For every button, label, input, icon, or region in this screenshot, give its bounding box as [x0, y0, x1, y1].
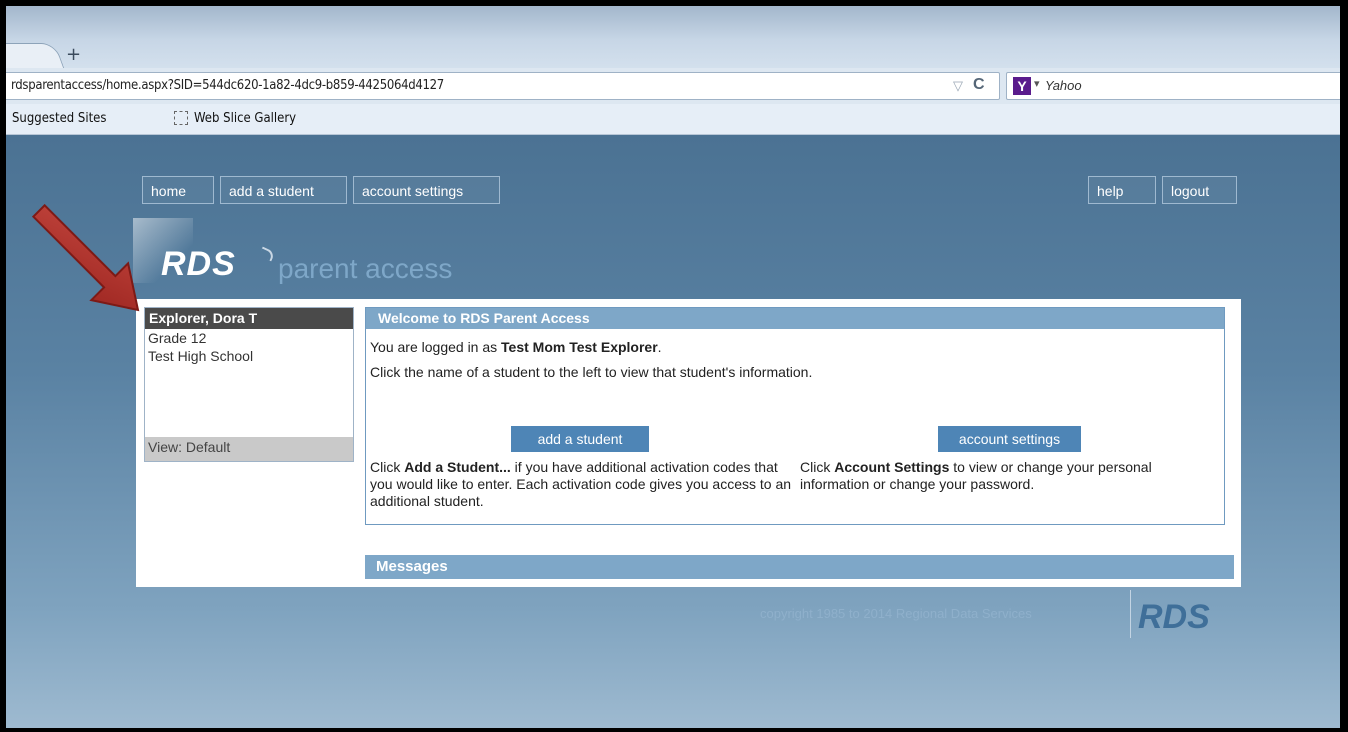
bookmark-suggested-sites[interactable]: Suggested Sites	[6, 111, 106, 126]
bookmarks-bar: Suggested Sites Web Slice Gallery	[6, 104, 1340, 135]
welcome-box: Welcome to RDS Parent Access You are log…	[365, 307, 1225, 525]
copyright-text: copyright 1985 to 2014 Regional Data Ser…	[760, 606, 1032, 621]
logo-tagline: parent access	[278, 253, 453, 284]
browser-tab[interactable]	[6, 43, 65, 70]
site-logo: RDS parent access	[161, 245, 452, 284]
messages-header: Messages	[365, 555, 1234, 579]
student-card[interactable]: Explorer, Dora T Grade 12 Test High Scho…	[144, 307, 354, 462]
reload-icon[interactable]: C	[973, 76, 985, 94]
nav-add-student-button[interactable]: add a student	[220, 176, 347, 204]
instruction-text: Click the name of a student to the left …	[370, 364, 813, 380]
search-placeholder[interactable]: Yahoo	[1045, 78, 1082, 93]
tab-bar: +	[6, 6, 1340, 70]
red-arrow-icon	[31, 203, 140, 312]
footer-logo: RDS	[1138, 598, 1210, 636]
nav-help-button[interactable]: help	[1088, 176, 1156, 204]
student-grade: Grade 12	[148, 330, 207, 346]
account-settings-button[interactable]: account settings	[938, 426, 1081, 452]
add-student-description: Click Add a Student... if you have addit…	[370, 459, 792, 509]
nav-account-settings-button[interactable]: account settings	[353, 176, 500, 204]
footer-divider	[1130, 590, 1131, 638]
search-engine-dropdown-icon[interactable]: ▾	[1034, 77, 1040, 90]
logged-in-user: Test Mom Test Explorer	[501, 339, 658, 355]
search-box[interactable]: Y ▾ Yahoo	[1006, 72, 1340, 100]
url-text[interactable]: rdsparentaccess/home.aspx?SID=544dc620-1…	[11, 78, 444, 93]
student-name[interactable]: Explorer, Dora T	[145, 308, 353, 329]
logo-brand: RDS	[161, 245, 236, 283]
welcome-title: Welcome to RDS Parent Access	[366, 308, 1224, 329]
address-bar[interactable]: rdsparentaccess/home.aspx?SID=544dc620-1…	[6, 72, 1000, 100]
navigation-bar: rdsparentaccess/home.aspx?SID=544dc620-1…	[6, 68, 1340, 105]
new-tab-button[interactable]: +	[66, 44, 81, 65]
student-view[interactable]: View: Default	[145, 437, 353, 461]
web-slice-icon	[174, 110, 188, 125]
url-dropdown-icon[interactable]: ▽	[953, 78, 963, 94]
add-student-button[interactable]: add a student	[511, 426, 649, 452]
nav-logout-button[interactable]: logout	[1162, 176, 1237, 204]
account-settings-description: Click Account Settings to view or change…	[800, 459, 1152, 492]
yahoo-icon[interactable]: Y	[1013, 77, 1031, 95]
student-school: Test High School	[148, 348, 254, 364]
logged-in-text: You are logged in as Test Mom Test Explo…	[370, 339, 662, 355]
bookmark-web-slice-gallery[interactable]: Web Slice Gallery	[174, 110, 296, 126]
